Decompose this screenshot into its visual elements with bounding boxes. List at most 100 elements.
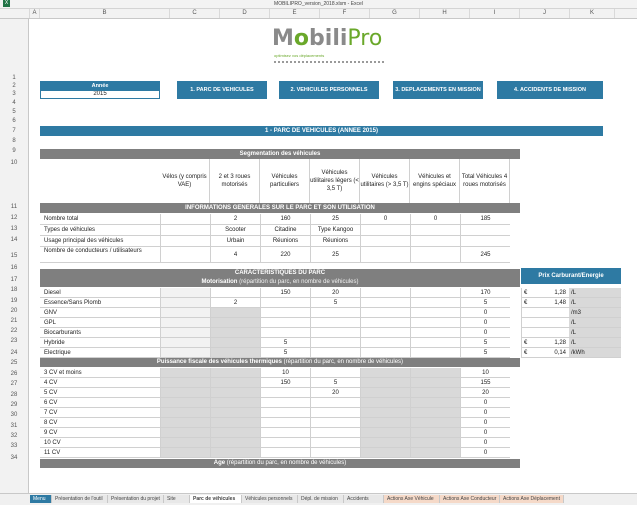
table-cell[interactable]: [410, 368, 460, 378]
column-header-J[interactable]: J: [520, 9, 570, 18]
row-header-24[interactable]: 24: [0, 349, 28, 358]
column-header-H[interactable]: H: [420, 9, 470, 18]
table-cell[interactable]: 155: [460, 378, 510, 388]
row-header-28[interactable]: 28: [0, 391, 28, 400]
table-cell[interactable]: 5: [310, 378, 360, 388]
table-cell[interactable]: [310, 448, 360, 458]
table-cell[interactable]: [410, 448, 460, 458]
table-cell[interactable]: [360, 308, 410, 318]
table-cell[interactable]: 0: [460, 418, 510, 428]
table-cell[interactable]: [210, 378, 260, 388]
table-cell[interactable]: 2: [210, 214, 260, 225]
table-cell[interactable]: [410, 348, 460, 358]
table-cell[interactable]: [260, 388, 310, 398]
sheet-tab[interactable]: Présentation de l'outil: [52, 495, 108, 503]
table-cell[interactable]: [160, 398, 210, 408]
table-cell[interactable]: Urbain: [210, 236, 260, 247]
row-header-11[interactable]: 11: [0, 203, 28, 212]
table-cell[interactable]: [360, 318, 410, 328]
fuel-price-input[interactable]: 1,28: [531, 338, 569, 348]
table-cell[interactable]: [360, 398, 410, 408]
table-cell[interactable]: [260, 298, 310, 308]
table-cell[interactable]: [410, 438, 460, 448]
table-cell[interactable]: [310, 308, 360, 318]
table-cell[interactable]: 5: [260, 338, 310, 348]
row-header-7[interactable]: 7: [0, 127, 28, 136]
table-cell[interactable]: [410, 428, 460, 438]
table-cell[interactable]: 0: [410, 214, 460, 225]
table-cell[interactable]: [210, 398, 260, 408]
table-cell[interactable]: [160, 298, 210, 308]
table-cell[interactable]: [210, 318, 260, 328]
row-header-26[interactable]: 26: [0, 370, 28, 379]
fuel-price-input[interactable]: 1,28: [531, 288, 569, 298]
table-cell[interactable]: 150: [260, 378, 310, 388]
table-cell[interactable]: [310, 418, 360, 428]
table-cell[interactable]: [260, 418, 310, 428]
sheet-tab[interactable]: Actions Axe Véhicule: [384, 495, 440, 503]
table-cell[interactable]: [410, 408, 460, 418]
table-cell[interactable]: [160, 388, 210, 398]
table-cell[interactable]: 4: [210, 247, 260, 263]
column-header-K[interactable]: K: [570, 9, 615, 18]
table-cell[interactable]: [210, 328, 260, 338]
table-cell[interactable]: [410, 308, 460, 318]
table-cell[interactable]: [360, 448, 410, 458]
table-cell[interactable]: [360, 428, 410, 438]
column-header-A[interactable]: A: [30, 9, 40, 18]
table-cell[interactable]: [260, 318, 310, 328]
column-header-C[interactable]: C: [170, 9, 220, 18]
table-cell[interactable]: [410, 418, 460, 428]
table-cell[interactable]: 0: [460, 448, 510, 458]
table-cell[interactable]: [310, 328, 360, 338]
table-cell[interactable]: [260, 428, 310, 438]
row-header-9[interactable]: 9: [0, 147, 28, 156]
table-cell[interactable]: Réunions: [260, 236, 310, 247]
table-cell[interactable]: 185: [460, 214, 510, 225]
column-header-G[interactable]: G: [370, 9, 420, 18]
table-cell[interactable]: [410, 236, 460, 247]
fuel-price-input[interactable]: [531, 328, 569, 338]
table-cell[interactable]: 0: [460, 428, 510, 438]
select-all-corner[interactable]: [0, 9, 30, 18]
table-cell[interactable]: [210, 308, 260, 318]
table-cell[interactable]: 20: [310, 288, 360, 298]
table-cell[interactable]: 2: [210, 298, 260, 308]
sheet-tab[interactable]: Site: [164, 495, 190, 503]
table-cell[interactable]: [310, 438, 360, 448]
fuel-price-input[interactable]: 1,48: [531, 298, 569, 308]
table-cell[interactable]: [260, 328, 310, 338]
row-header-16[interactable]: 16: [0, 264, 28, 273]
fuel-price-input[interactable]: [531, 318, 569, 328]
table-cell[interactable]: [160, 378, 210, 388]
row-header-33[interactable]: 33: [0, 442, 28, 451]
table-cell[interactable]: 160: [260, 214, 310, 225]
table-cell[interactable]: [160, 338, 210, 348]
fuel-price-input[interactable]: [531, 308, 569, 318]
table-cell[interactable]: [360, 378, 410, 388]
row-header-27[interactable]: 27: [0, 380, 28, 389]
row-header-30[interactable]: 30: [0, 411, 28, 420]
table-cell[interactable]: [310, 368, 360, 378]
table-cell[interactable]: [160, 247, 210, 263]
table-cell[interactable]: [360, 338, 410, 348]
table-cell[interactable]: [160, 328, 210, 338]
sheet-tab[interactable]: Actions Axe Conducteur: [440, 495, 500, 503]
row-header-17[interactable]: 17: [0, 276, 28, 285]
table-cell[interactable]: [410, 338, 460, 348]
column-headers[interactable]: ABCDEFGHIJK: [0, 9, 637, 19]
row-header-25[interactable]: 25: [0, 359, 28, 368]
table-cell[interactable]: 245: [460, 247, 510, 263]
table-cell[interactable]: 20: [310, 388, 360, 398]
table-cell[interactable]: 10: [460, 368, 510, 378]
table-cell[interactable]: 25: [310, 214, 360, 225]
nav-vehicules-personnels-button[interactable]: 2. VEHICULES PERSONNELS: [279, 81, 379, 99]
table-cell[interactable]: [360, 348, 410, 358]
table-cell[interactable]: [360, 388, 410, 398]
table-cell[interactable]: [210, 388, 260, 398]
table-cell[interactable]: [360, 438, 410, 448]
row-header-12[interactable]: 12: [0, 214, 28, 223]
table-cell[interactable]: 5: [460, 338, 510, 348]
table-cell[interactable]: [410, 388, 460, 398]
fuel-price-input[interactable]: 0,14: [531, 348, 569, 358]
